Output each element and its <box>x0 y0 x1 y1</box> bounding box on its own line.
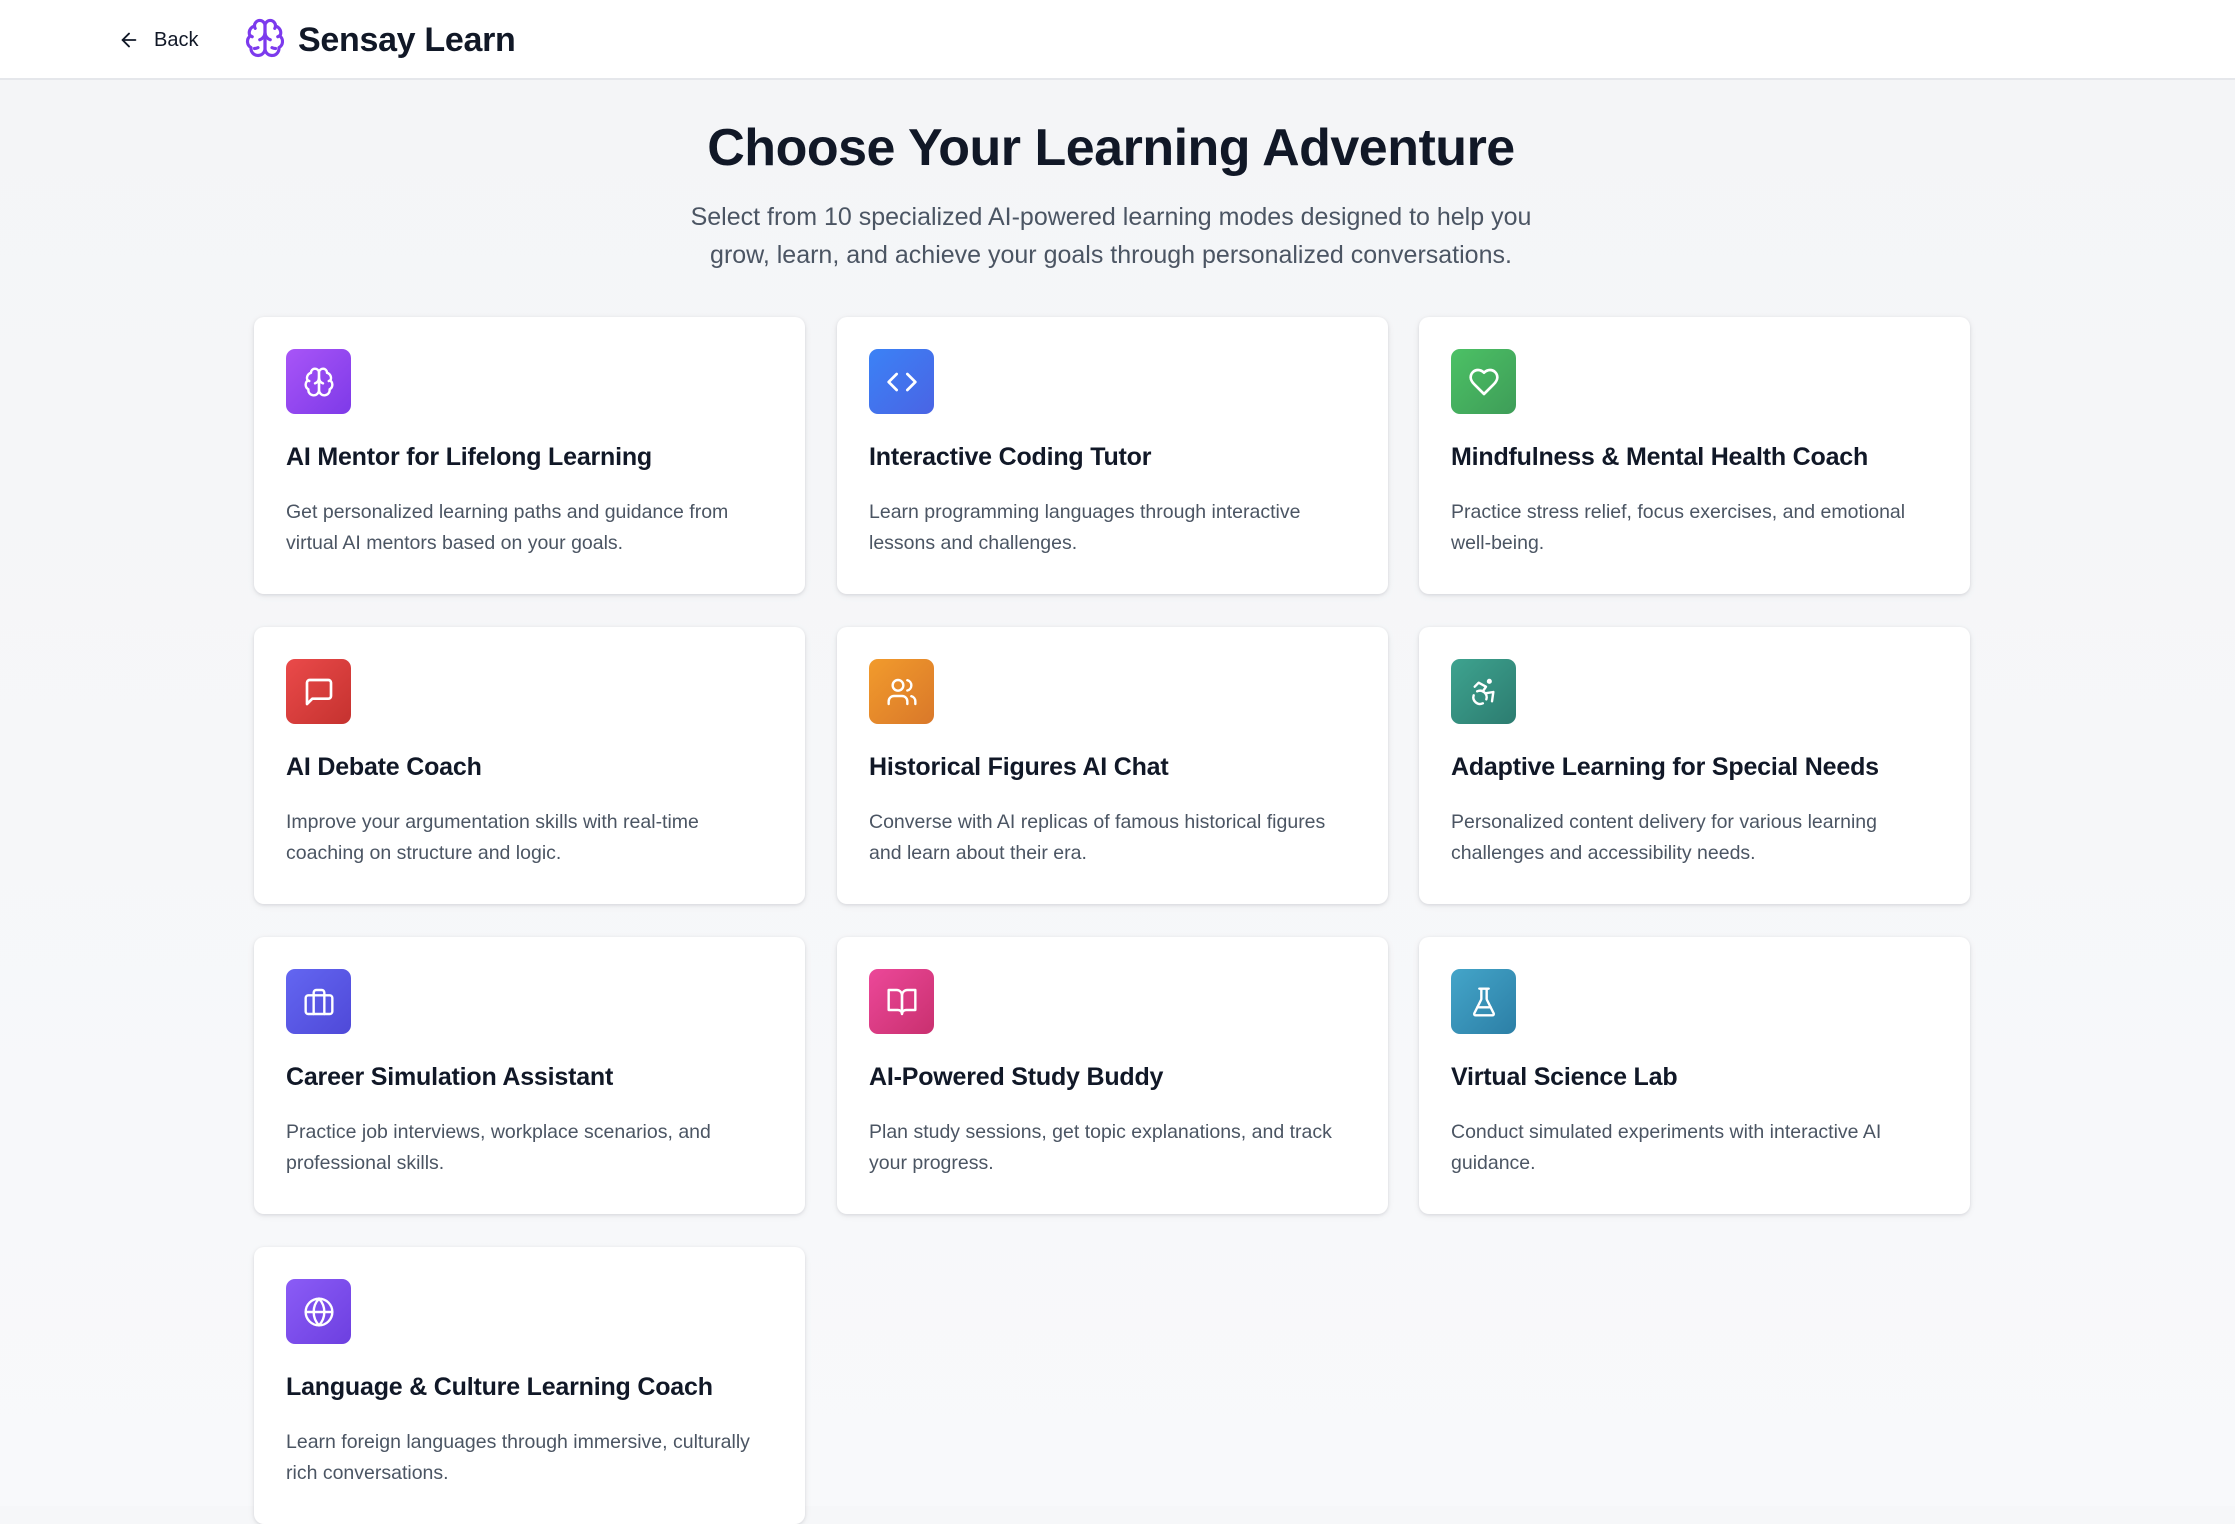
briefcase-icon <box>286 969 351 1034</box>
heart-icon <box>1451 349 1516 414</box>
card-description: Improve your argumentation skills with r… <box>286 811 699 864</box>
message-square-icon <box>286 659 351 724</box>
card-title: AI-Powered Study Buddy <box>869 1063 1164 1091</box>
card-title: Virtual Science Lab <box>1451 1063 1678 1091</box>
card-description: Conduct simulated experiments with inter… <box>1451 1121 1882 1174</box>
card-description: Practice job interviews, workplace scena… <box>286 1121 711 1174</box>
page-subtitle: Select from 10 specialized AI-powered le… <box>690 203 1532 269</box>
globe-icon <box>286 1279 351 1344</box>
main-content: Choose Your Learning Adventure Select fr… <box>0 80 2235 1524</box>
card-description: Practice stress relief, focus exercises,… <box>1451 501 1906 554</box>
code-icon <box>869 349 934 414</box>
brand-name: Sensay Learn <box>298 20 516 59</box>
mode-card-language-culture[interactable]: Language & Culture Learning Coach Learn … <box>254 1247 805 1524</box>
mode-card-historical-figures[interactable]: Historical Figures AI Chat Converse with… <box>837 627 1388 904</box>
mode-card-science-lab[interactable]: Virtual Science Lab Conduct simulated ex… <box>1419 937 1970 1214</box>
card-title: Career Simulation Assistant <box>286 1063 614 1091</box>
card-title: AI Mentor for Lifelong Learning <box>286 443 653 471</box>
card-title: Adaptive Learning for Special Needs <box>1451 753 1879 781</box>
mode-card-debate-coach[interactable]: AI Debate Coach Improve your argumentati… <box>254 627 805 904</box>
users-icon <box>869 659 934 724</box>
card-title: Historical Figures AI Chat <box>869 753 1169 781</box>
back-label: Back <box>154 28 199 51</box>
flask-icon <box>1451 969 1516 1034</box>
card-description: Converse with AI replicas of famous hist… <box>869 811 1326 864</box>
card-title: Language & Culture Learning Coach <box>286 1373 713 1401</box>
page-title: Choose Your Learning Adventure <box>707 119 1515 177</box>
card-description: Get personalized learning paths and guid… <box>286 501 729 554</box>
accessibility-icon <box>1451 659 1516 724</box>
card-description: Plan study sessions, get topic explanati… <box>869 1121 1332 1174</box>
mode-card-career-simulation[interactable]: Career Simulation Assistant Practice job… <box>254 937 805 1214</box>
card-description: Personalized content delivery for variou… <box>1451 811 1877 864</box>
card-title: AI Debate Coach <box>286 753 482 781</box>
book-open-icon <box>869 969 934 1034</box>
mode-card-coding-tutor[interactable]: Interactive Coding Tutor Learn programmi… <box>837 317 1388 594</box>
mode-card-adaptive-learning[interactable]: Adaptive Learning for Special Needs Pers… <box>1419 627 1970 904</box>
mode-card-mindfulness[interactable]: Mindfulness & Mental Health Coach Practi… <box>1419 317 1970 594</box>
mode-card-ai-mentor[interactable]: AI Mentor for Lifelong Learning Get pers… <box>254 317 805 594</box>
card-description: Learn foreign languages through immersiv… <box>286 1431 750 1484</box>
mode-card-study-buddy[interactable]: AI-Powered Study Buddy Plan study sessio… <box>837 937 1388 1214</box>
card-title: Interactive Coding Tutor <box>869 443 1152 471</box>
card-description: Learn programming languages through inte… <box>869 501 1301 554</box>
top-bar: Back Sensay Learn <box>0 0 2235 80</box>
brand[interactable]: Sensay Learn <box>244 10 516 70</box>
arrow-left-icon <box>121 32 137 48</box>
back-button[interactable]: Back <box>118 16 198 64</box>
brain-icon <box>244 17 286 64</box>
card-title: Mindfulness & Mental Health Coach <box>1451 443 1869 471</box>
brain-icon <box>286 349 351 414</box>
